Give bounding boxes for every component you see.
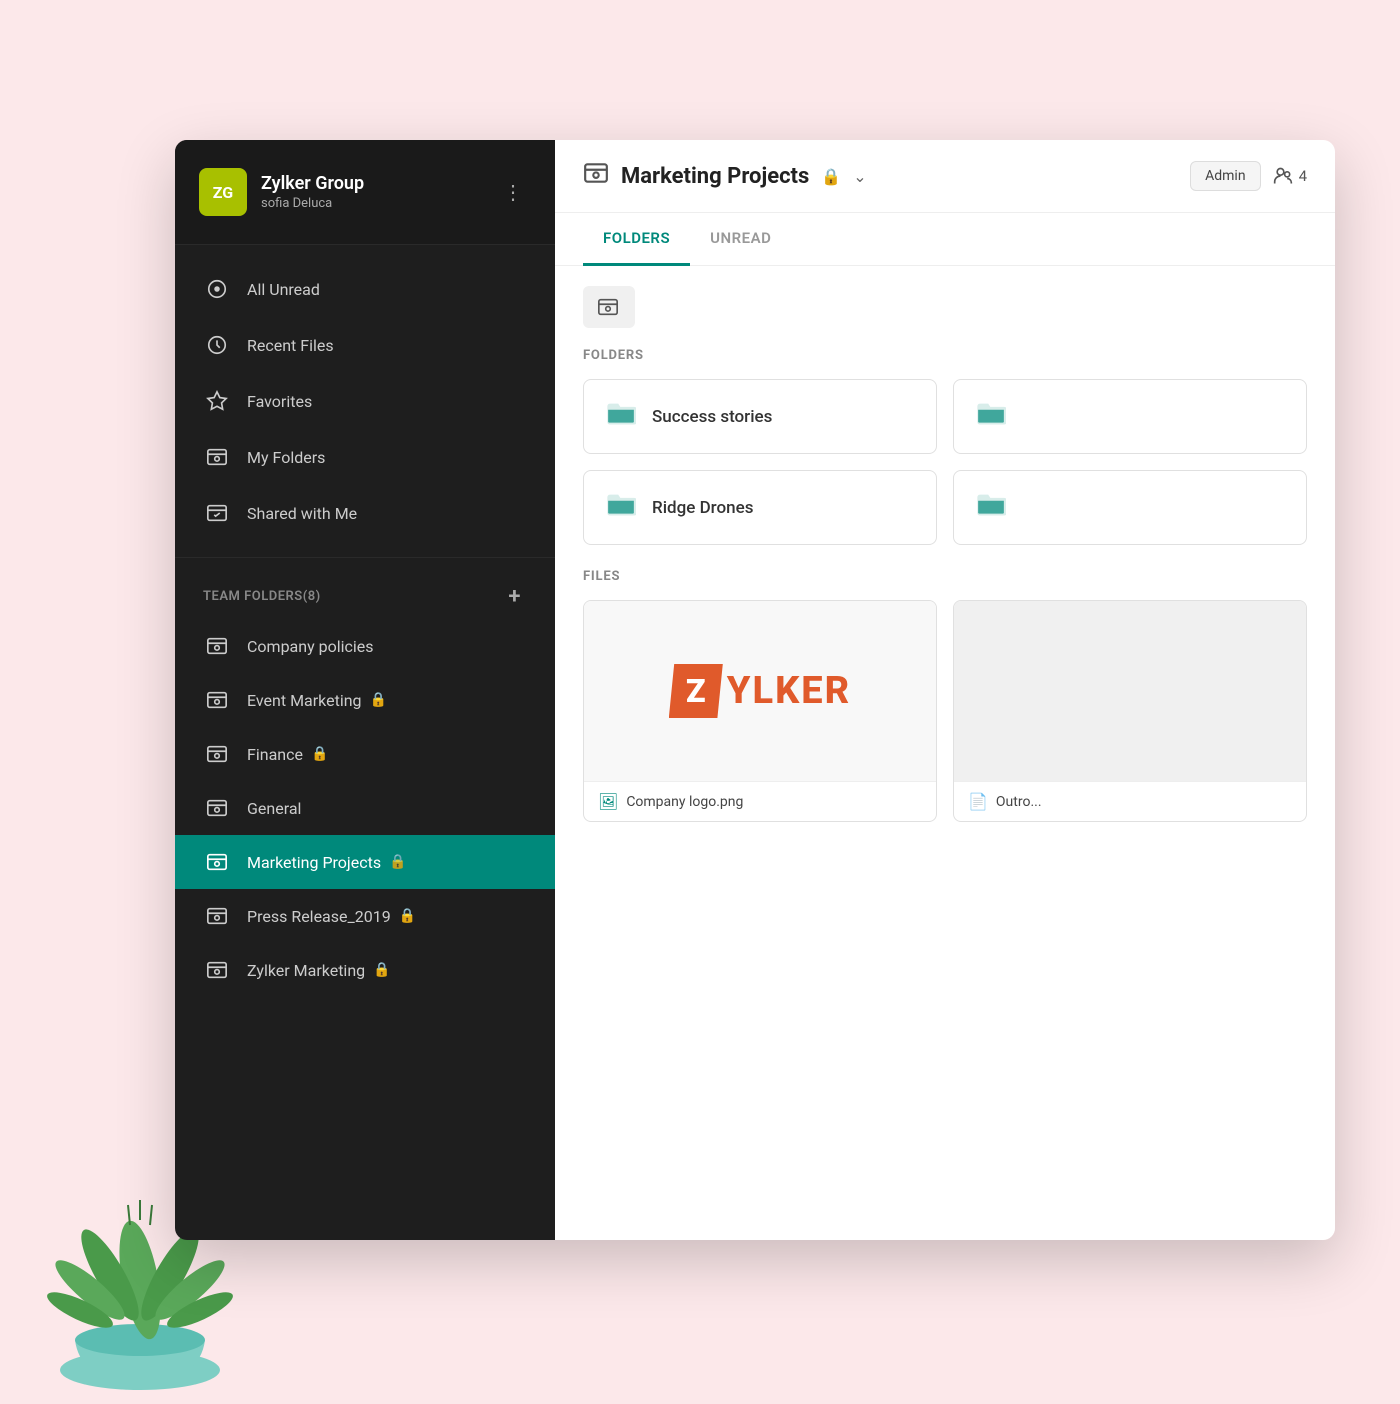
team-folder-marketing-projects[interactable]: Marketing Projects 🔒 xyxy=(175,835,555,889)
lock-icon: 🔒 xyxy=(370,692,387,708)
folder-card-icon xyxy=(606,400,636,433)
content-area: FOLDERS Success stories xyxy=(555,266,1335,1240)
sidebar-item-my-folders[interactable]: My Folders xyxy=(175,429,555,485)
team-folder-icon xyxy=(203,902,231,930)
team-folder-general-label: General xyxy=(247,799,301,818)
doc-file-icon: 📄 xyxy=(968,792,988,811)
shared-with-me-label: Shared with Me xyxy=(247,504,357,523)
team-folder-event-marketing[interactable]: Event Marketing 🔒 xyxy=(175,673,555,727)
header-chevron-icon[interactable]: ⌄ xyxy=(853,167,866,186)
all-unread-label: All Unread xyxy=(247,280,320,299)
page-title: Marketing Projects xyxy=(621,164,809,189)
files-section-label: FILES xyxy=(583,569,1307,584)
team-folder-finance-label: Finance xyxy=(247,745,303,764)
favorites-label: Favorites xyxy=(247,392,312,411)
admin-role-badge[interactable]: Admin xyxy=(1190,161,1260,191)
folder-card-extra-2[interactable] xyxy=(953,470,1307,545)
file-outro-label: Outro... xyxy=(996,794,1042,810)
file-name-row: 📄 Outro... xyxy=(954,781,1306,821)
more-options-icon[interactable]: ⋮ xyxy=(495,176,531,208)
sidebar-header: ZG Zylker Group sofia Deluca ⋮ xyxy=(175,140,555,245)
add-team-folder-button[interactable]: + xyxy=(502,582,527,611)
team-folder-marketing-projects-label: Marketing Projects xyxy=(247,853,381,872)
tab-unread[interactable]: UNREAD xyxy=(690,213,791,266)
unread-icon xyxy=(203,275,231,303)
file-preview xyxy=(954,601,1306,781)
file-preview: Z YLKER xyxy=(584,601,936,781)
folder-card-icon xyxy=(606,491,636,524)
team-indicator xyxy=(583,286,635,328)
file-name-row: 🖼 Company logo.png xyxy=(584,781,936,821)
team-folder-icon xyxy=(203,686,231,714)
my-folders-icon xyxy=(203,443,231,471)
main-header: Marketing Projects 🔒 ⌄ Admin 4 xyxy=(555,140,1335,213)
org-info: Zylker Group sofia Deluca xyxy=(261,173,495,211)
team-folder-icon xyxy=(203,794,231,822)
avatar: ZG xyxy=(199,168,247,216)
folder-card-extra-1[interactable] xyxy=(953,379,1307,454)
team-folders-label: TEAM FOLDERS(8) xyxy=(203,589,321,604)
team-folder-press-release[interactable]: Press Release_2019 🔒 xyxy=(175,889,555,943)
folder-card-ridge-drones-label: Ridge Drones xyxy=(652,498,753,518)
team-folder-zylker-marketing-label: Zylker Marketing xyxy=(247,961,365,980)
main-content: Marketing Projects 🔒 ⌄ Admin 4 FOLDERS U… xyxy=(555,140,1335,1240)
sidebar-item-shared-with-me[interactable]: Shared with Me xyxy=(175,485,555,541)
nav-section: All Unread Recent Files Favorites xyxy=(175,245,555,558)
sidebar-item-favorites[interactable]: Favorites xyxy=(175,373,555,429)
team-folders-header: TEAM FOLDERS(8) + xyxy=(175,566,555,619)
file-card-company-logo[interactable]: Z YLKER 🖼 Company logo.png xyxy=(583,600,937,822)
team-folder-icon xyxy=(203,848,231,876)
folder-card-success-stories-label: Success stories xyxy=(652,407,772,427)
lock-icon: 🔒 xyxy=(373,962,390,978)
folders-section-label: FOLDERS xyxy=(583,348,1307,363)
zylker-logo: Z YLKER xyxy=(669,664,851,718)
folder-card-success-stories[interactable]: Success stories xyxy=(583,379,937,454)
recent-files-label: Recent Files xyxy=(247,336,334,355)
team-folders-section: TEAM FOLDERS(8) + Company policies xyxy=(175,558,555,1240)
files-grid: Z YLKER 🖼 Company logo.png 📄 Outro... xyxy=(583,600,1307,822)
team-folder-icon xyxy=(203,632,231,660)
main-folder-icon xyxy=(583,160,609,192)
team-folder-icon xyxy=(203,956,231,984)
star-icon xyxy=(203,387,231,415)
recent-icon xyxy=(203,331,231,359)
tabs: FOLDERS UNREAD xyxy=(555,213,1335,266)
app-container: ZG Zylker Group sofia Deluca ⋮ All Unrea… xyxy=(175,140,1335,1240)
org-user: sofia Deluca xyxy=(261,196,495,211)
lock-icon: 🔒 xyxy=(311,746,328,762)
team-folder-general[interactable]: General xyxy=(175,781,555,835)
org-name: Zylker Group xyxy=(261,173,495,194)
folder-card-icon xyxy=(976,491,1006,524)
folder-card-ridge-drones[interactable]: Ridge Drones xyxy=(583,470,937,545)
lock-icon: 🔒 xyxy=(389,854,406,870)
file-company-logo-label: Company logo.png xyxy=(626,794,743,810)
folder-card-icon xyxy=(976,400,1006,433)
sidebar-item-all-unread[interactable]: All Unread xyxy=(175,261,555,317)
team-folder-icon xyxy=(203,740,231,768)
tab-folders[interactable]: FOLDERS xyxy=(583,213,690,266)
team-folder-company-policies[interactable]: Company policies xyxy=(175,619,555,673)
shared-icon xyxy=(203,499,231,527)
team-folder-finance[interactable]: Finance 🔒 xyxy=(175,727,555,781)
team-folder-press-release-label: Press Release_2019 xyxy=(247,907,391,926)
header-lock-icon: 🔒 xyxy=(821,167,841,186)
members-badge[interactable]: 4 xyxy=(1273,166,1307,186)
image-file-icon: 🖼 xyxy=(598,792,618,811)
team-folder-zylker-marketing[interactable]: Zylker Marketing 🔒 xyxy=(175,943,555,997)
sidebar: ZG Zylker Group sofia Deluca ⋮ All Unrea… xyxy=(175,140,555,1240)
team-folder-company-policies-label: Company policies xyxy=(247,637,374,656)
my-folders-label: My Folders xyxy=(247,448,325,467)
team-folder-event-marketing-label: Event Marketing xyxy=(247,691,362,710)
members-count: 4 xyxy=(1299,167,1307,185)
sidebar-item-recent-files[interactable]: Recent Files xyxy=(175,317,555,373)
lock-icon: 🔒 xyxy=(399,908,416,924)
file-card-outro[interactable]: 📄 Outro... xyxy=(953,600,1307,822)
folders-grid: Success stories xyxy=(583,379,1307,545)
